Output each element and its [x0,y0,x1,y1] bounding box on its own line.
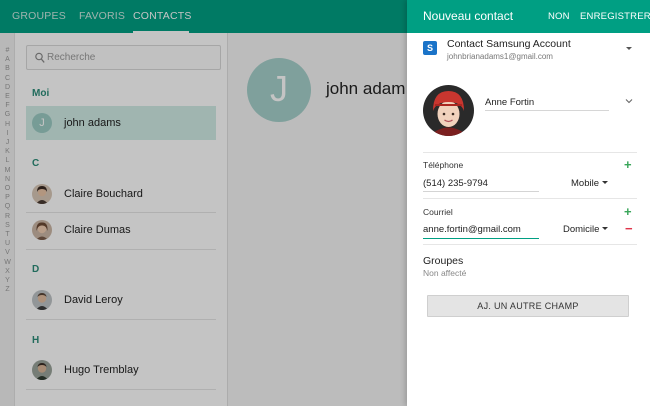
name-field[interactable] [485,94,609,111]
caret-down-icon [602,227,609,230]
add-phone-icon[interactable]: + [624,158,632,171]
new-contact-drawer: Nouveau contact NON ENREGISTRER S Contac… [407,0,650,406]
phone-field[interactable] [423,176,538,191]
phone-underline [423,191,539,192]
add-another-field-button[interactable]: AJ. UN AUTRE CHAMP [427,295,629,317]
divider [423,244,637,245]
groups-title: Groupes [423,255,464,267]
drawer-title: Nouveau contact [423,9,514,23]
email-label: Courriel [423,207,453,217]
save-button[interactable]: ENREGISTRER [580,0,650,33]
email-type-select[interactable]: Domicile [563,224,609,235]
phone-label: Téléphone [423,160,464,170]
divider [423,152,637,153]
account-title: Contact Samsung Account [447,38,571,50]
phone-type-label: Mobile [571,178,599,189]
account-email: johnbrianadams1@gmail.com [447,52,553,61]
chevron-down-icon[interactable] [625,97,633,105]
email-type-label: Domicile [563,224,600,235]
email-field[interactable] [423,222,545,237]
remove-email-icon[interactable]: − [625,222,633,235]
contact-photo[interactable] [423,85,474,136]
phone-type-select[interactable]: Mobile [571,178,608,189]
divider [423,198,637,199]
email-underline-focused [423,238,539,239]
samsung-account-icon: S [423,41,437,55]
add-email-icon[interactable]: + [624,205,632,218]
caret-down-icon [602,181,608,184]
groups-value: Non affecté [423,268,467,278]
cancel-button[interactable]: NON [548,0,570,33]
drawer-header: Nouveau contact NON ENREGISTRER [407,0,650,33]
dim-overlay[interactable] [0,0,407,406]
caret-down-icon [626,47,632,50]
